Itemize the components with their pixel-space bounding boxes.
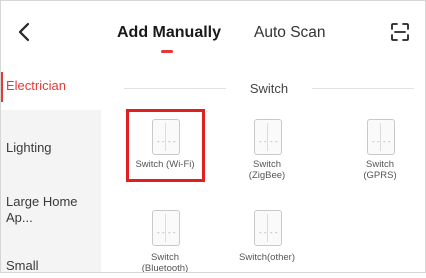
device-label: Switch (GPRS) [363, 159, 397, 181]
category-sidebar: Electrician Lighting Large Home Ap... Sm… [0, 62, 101, 273]
device-label: Switch (ZigBee) [248, 159, 286, 181]
sidebar-item-large-home-appliances[interactable]: Large Home Ap... [0, 184, 101, 240]
device-switch-gprs[interactable]: - -- - Switch (GPRS) [340, 115, 420, 185]
divider [312, 88, 414, 89]
device-switch-bluetooth[interactable]: - -- - Switch (Bluetooth) [125, 206, 205, 274]
sidebar-item-label: Small [6, 258, 39, 273]
device-switch-other[interactable]: - -- - Switch(other) [227, 206, 307, 273]
sidebar-item-label: Electrician [6, 78, 66, 93]
active-tab-indicator [161, 50, 173, 53]
active-category-bar [0, 72, 3, 102]
scan-frame-icon[interactable] [390, 22, 410, 42]
switch-icon: - -- - [152, 210, 180, 246]
device-label: Switch(other) [239, 252, 295, 263]
switch-icon: - -- - [367, 119, 395, 155]
device-label: Switch (Bluetooth) [141, 252, 189, 274]
device-switch-zigbee[interactable]: - -- - Switch (ZigBee) [227, 115, 307, 185]
chevron-left-icon[interactable] [14, 20, 34, 44]
sidebar-item-electrician[interactable]: Electrician [0, 62, 101, 110]
tab-auto-scan[interactable]: Auto Scan [254, 24, 326, 42]
sidebar-item-lighting[interactable]: Lighting [0, 120, 101, 176]
sidebar-item-small[interactable]: Small [0, 248, 101, 278]
sidebar-item-label: Large Home Ap... [6, 194, 78, 225]
selection-highlight [126, 109, 205, 182]
section-header: Switch [124, 78, 414, 98]
switch-icon: - -- - [254, 119, 282, 155]
header-bar: Add Manually Auto Scan [0, 0, 426, 60]
sidebar-item-label: Lighting [6, 140, 52, 155]
switch-icon: - -- - [254, 210, 282, 246]
tab-add-manually[interactable]: Add Manually [117, 24, 221, 42]
